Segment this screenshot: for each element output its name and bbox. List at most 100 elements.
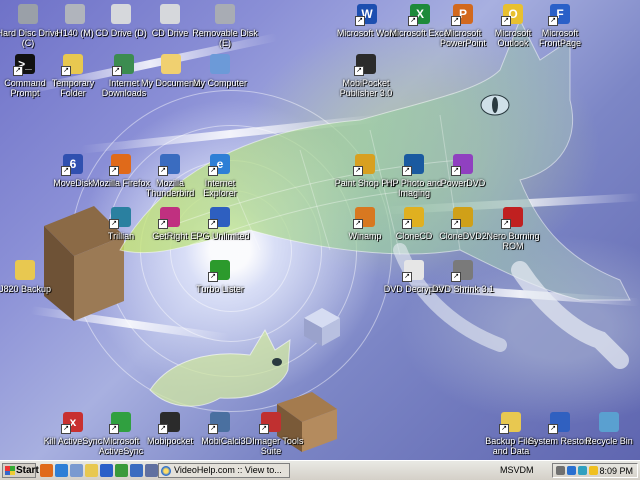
tray-za-icon[interactable] xyxy=(589,466,598,475)
my-computer-icon xyxy=(208,52,232,76)
ql-extra-icon[interactable] xyxy=(145,464,158,477)
ql-media-icon[interactable] xyxy=(115,464,128,477)
powerdvd-icon: ↗ xyxy=(451,152,475,176)
shortcut-arrow-icon: ↗ xyxy=(402,219,412,229)
desktop-icon-label: Internet Explorer xyxy=(203,178,237,198)
shortcut-arrow-icon: ↗ xyxy=(548,16,558,26)
shortcut-arrow-icon: ↗ xyxy=(451,272,461,282)
shortcut-arrow-icon: ↗ xyxy=(208,424,218,434)
desktop-icon-turbo-lister[interactable]: ↗ Turbo Lister xyxy=(187,258,253,294)
j820-backup-icon-shape xyxy=(15,260,35,280)
dvd-shrink-icon: ↗ xyxy=(451,258,475,282)
recycle-bin-icon xyxy=(597,410,621,434)
shortcut-arrow-icon: ↗ xyxy=(208,219,218,229)
system-restore-icon: ↗ xyxy=(548,410,572,434)
hp-photo-imaging-icon: ↗ xyxy=(402,152,426,176)
desktop-icon-recycle-bin[interactable]: Recycle Bin xyxy=(576,410,640,446)
recycle-bin-icon-shape xyxy=(599,412,619,432)
epg-unlimited-icon: ↗ xyxy=(208,205,232,229)
shortcut-arrow-icon: ↗ xyxy=(353,219,363,229)
shortcut-arrow-icon: ↗ xyxy=(158,219,168,229)
desktop-icon-mobipocket-publisher[interactable]: ↗ MobiPocket Publisher 3.0 xyxy=(333,52,399,98)
desktop-icon-label: Turbo Lister xyxy=(196,284,244,294)
desktop-icon-dvd-shrink[interactable]: ↗ DVD Shrink 3.1 xyxy=(430,258,496,294)
tray-clock[interactable]: 8:09 PM xyxy=(599,465,633,477)
ql-firefox-icon[interactable] xyxy=(40,464,53,477)
microsoft-excel-icon: X ↗ xyxy=(408,2,432,26)
taskbar: Start VideoHelp.com :: View to... MSVDM … xyxy=(0,460,640,480)
desktop-icon-my-computer[interactable]: My Computer xyxy=(187,52,253,88)
desktop-icon-microsoft-frontpage[interactable]: F ↗ Microsoft FrontPage xyxy=(527,2,593,48)
microsoft-powerpoint-icon: P ↗ xyxy=(451,2,475,26)
shortcut-arrow-icon: ↗ xyxy=(402,272,412,282)
mobipocket-publisher-icon: ↗ xyxy=(354,52,378,76)
desktop-icon-label: Microsoft FrontPage xyxy=(538,28,582,48)
desktop-icon-label: J820 Backup xyxy=(0,284,52,294)
desktop-icon-internet-explorer[interactable]: e ↗ Internet Explorer xyxy=(187,152,253,198)
h140-icon-shape xyxy=(65,4,85,24)
tray-volume-icon[interactable] xyxy=(556,466,565,475)
firefox-icon xyxy=(161,466,171,476)
mobicalc-icon: ↗ xyxy=(208,410,232,434)
ql-messenger-icon[interactable] xyxy=(130,464,143,477)
cd-drive-icon-shape xyxy=(160,4,180,24)
hard-disc-drive-icon-shape xyxy=(18,4,38,24)
tray-blue-icon[interactable] xyxy=(567,466,576,475)
desktop-icon-removable-disk[interactable]: Removable Disk (E) xyxy=(192,2,258,48)
shortcut-arrow-icon: ↗ xyxy=(451,219,461,229)
shortcut-arrow-icon: ↗ xyxy=(259,424,269,434)
microsoft-frontpage-icon: F ↗ xyxy=(548,2,572,26)
shortcut-arrow-icon: ↗ xyxy=(353,166,363,176)
desktop-icon-j820-backup[interactable]: J820 Backup xyxy=(0,258,58,294)
shortcut-arrow-icon: ↗ xyxy=(109,424,119,434)
clonecd-icon: ↗ xyxy=(402,205,426,229)
desktop-icon-nero-burning-rom[interactable]: ↗ Nero Burning ROM xyxy=(480,205,546,251)
shortcut-arrow-icon: ↗ xyxy=(355,16,365,26)
internet-downloads-icon: ↗ xyxy=(112,52,136,76)
desktop-icon-label: MobiPocket Publisher 3.0 xyxy=(339,78,393,98)
my-documents-icon xyxy=(159,52,183,76)
tray-one-icon[interactable] xyxy=(578,466,587,475)
shortcut-arrow-icon: ↗ xyxy=(208,166,218,176)
getright-icon: ↗ xyxy=(158,205,182,229)
start-button[interactable]: Start xyxy=(2,463,39,478)
removable-disk-icon-shape xyxy=(215,4,235,24)
ql-explorer-icon[interactable] xyxy=(85,464,98,477)
shortcut-arrow-icon: ↗ xyxy=(158,424,168,434)
desktop-icon-epg-unlimited[interactable]: ↗ EPG Unlimited xyxy=(187,205,253,241)
kill-activesync-icon: x ↗ xyxy=(61,410,85,434)
shortcut-arrow-icon: ↗ xyxy=(408,16,418,26)
hard-disc-drive-icon xyxy=(16,2,40,26)
desktop-icon-label: i3DImager Tools Suite xyxy=(238,436,304,456)
shortcut-arrow-icon: ↗ xyxy=(61,166,71,176)
shortcut-arrow-icon: ↗ xyxy=(354,66,364,76)
task-button-videohelp[interactable]: VideoHelp.com :: View to... xyxy=(158,463,290,478)
mozilla-thunderbird-icon: ↗ xyxy=(158,152,182,176)
turbo-lister-icon: ↗ xyxy=(208,258,232,282)
nero-burning-rom-icon: ↗ xyxy=(501,205,525,229)
mozilla-firefox-icon: ↗ xyxy=(109,152,133,176)
ql-desktop-icon[interactable] xyxy=(70,464,83,477)
ql-outlook-icon[interactable] xyxy=(100,464,113,477)
j820-backup-icon xyxy=(13,258,37,282)
desktop-icon-powerdvd[interactable]: ↗ PowerDVD xyxy=(430,152,496,188)
ql-ie-icon[interactable] xyxy=(55,464,68,477)
h140-icon xyxy=(63,2,87,26)
backup-files-data-icon: ↗ xyxy=(499,410,523,434)
desktop-icon-label: PowerDVD xyxy=(440,178,486,188)
desktop-icon-i3dimager-tools-suite[interactable]: ↗ i3DImager Tools Suite xyxy=(238,410,304,456)
shortcut-arrow-icon: ↗ xyxy=(158,166,168,176)
winamp-icon: ↗ xyxy=(353,205,377,229)
paint-shop-pro-icon: ↗ xyxy=(353,152,377,176)
shortcut-arrow-icon: ↗ xyxy=(208,272,218,282)
internet-explorer-icon: e ↗ xyxy=(208,152,232,176)
i3dimager-tools-suite-icon: ↗ xyxy=(259,410,283,434)
microsoft-activesync-icon: ↗ xyxy=(109,410,133,434)
command-prompt-icon: >_ ↗ xyxy=(13,52,37,76)
microsoft-outlook-icon: O ↗ xyxy=(501,2,525,26)
desktop-icon-label: Nero Burning ROM xyxy=(486,231,540,251)
shortcut-arrow-icon: ↗ xyxy=(61,424,71,434)
shortcut-arrow-icon: ↗ xyxy=(109,219,119,229)
start-button-label: Start xyxy=(16,465,39,476)
msvdm-toolbar-label[interactable]: MSVDM xyxy=(500,465,534,475)
